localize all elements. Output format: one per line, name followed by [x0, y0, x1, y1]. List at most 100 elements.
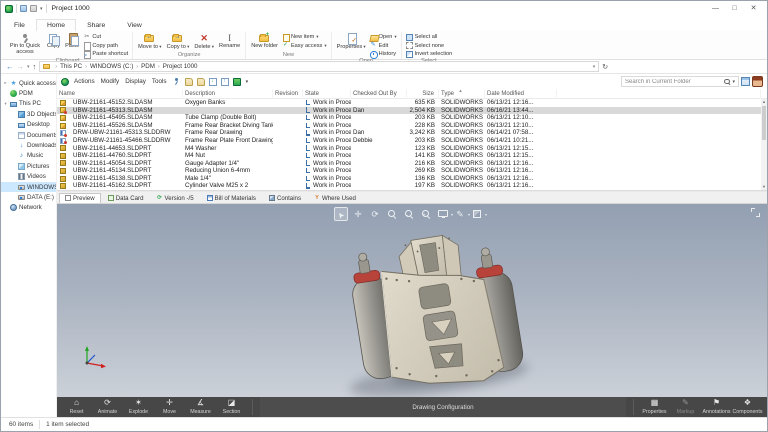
breadcrumb-item-project-1000[interactable]: › Project 1000: [155, 63, 198, 70]
preview-tab-version-5[interactable]: Version -/5: [150, 193, 199, 204]
pdm-menu-modify[interactable]: Modify: [98, 78, 123, 85]
breadcrumb-item-pdm[interactable]: › PDM: [133, 63, 155, 70]
viewer-panel-toggle-markup[interactable]: Markup: [670, 397, 701, 417]
rename-button[interactable]: Rename: [218, 32, 241, 50]
undo-check-out-icon[interactable]: [196, 77, 205, 86]
paste-button[interactable]: Paste: [64, 32, 80, 50]
viewer-panel-toggle-properties[interactable]: Properties: [639, 397, 670, 417]
select-none-button[interactable]: Select none: [405, 42, 453, 49]
search-input[interactable]: Search in Current Folder ▾: [621, 76, 739, 87]
quick-toolbar-properties-icon[interactable]: [20, 5, 27, 12]
file-row-drw[interactable]: DRW-UBW-21161-45313.SLDDRW Frame Rear Dr…: [57, 129, 761, 137]
vault-view-icon[interactable]: [232, 77, 241, 86]
3d-model-oxygen-bank-assembly[interactable]: [327, 228, 563, 397]
ribbon-tab-home[interactable]: Home: [35, 19, 77, 31]
file-list-scrollbar[interactable]: ▲ ▼: [761, 99, 767, 190]
properties-button[interactable]: Properties: [336, 32, 367, 51]
column-header-date-modified[interactable]: Date Modified: [485, 89, 557, 99]
invert-selection-button[interactable]: Invert selection: [405, 50, 452, 58]
sidebar-item-this-pc[interactable]: ▾ This PC: [1, 99, 56, 109]
sidebar-item-quick-access[interactable]: ▸ Quick access: [1, 78, 56, 88]
viewer-bottom-tool-section[interactable]: Section: [216, 397, 247, 417]
column-header-description[interactable]: Description: [183, 89, 273, 99]
column-header-type[interactable]: Type: [439, 86, 485, 99]
recent-locations-caret-icon[interactable]: ▾: [27, 61, 30, 73]
check-out-icon[interactable]: [184, 77, 193, 86]
viewer-tool-button-rotate-tool-icon[interactable]: [368, 207, 382, 221]
cut-button[interactable]: Cut: [83, 34, 128, 41]
file-row-asm[interactable]: UBW-21161-45495.SLDASM Tube Clamp (Doubl…: [57, 114, 761, 122]
file-row-asm[interactable]: UBW-21161-45152.SLDASM Oxygen Banks Work…: [57, 99, 761, 107]
expand-arrow-icon[interactable]: ▾: [3, 101, 8, 107]
paste-shortcut-button[interactable]: Paste shortcut: [83, 50, 128, 59]
pdm-menu-actions[interactable]: Actions: [71, 78, 98, 85]
breadcrumb-item-windows-c[interactable]: › WINDOWS (C:): [82, 63, 133, 70]
expand-arrow-icon[interactable]: ▸: [3, 80, 8, 86]
quick-toolbar-folder-icon[interactable]: [30, 5, 37, 12]
pdm-menu-tools[interactable]: Tools: [149, 78, 170, 85]
edit-button[interactable]: Edit: [370, 42, 397, 49]
viewer-tool-button-zoom-tool-icon[interactable]: +: [419, 207, 433, 221]
viewer-tool-button-view-orientation-tool-icon[interactable]: ▾: [470, 207, 487, 221]
preview-tab-bill-of-materials[interactable]: Bill of Materials: [201, 193, 262, 204]
search-options-caret-icon[interactable]: ▾: [732, 79, 735, 85]
breadcrumb-item-this-pc[interactable]: › This PC: [52, 63, 82, 70]
copy-path-button[interactable]: Copy path: [83, 42, 128, 51]
viewer-tool-button-display-mode-tool-icon[interactable]: ▾: [436, 207, 453, 221]
sidebar-item-desktop[interactable]: Desktop: [1, 120, 56, 130]
viewer-bottom-tool-animate[interactable]: Animate: [92, 397, 123, 417]
pdm-toolbar-overflow-caret-icon[interactable]: ▾: [244, 79, 251, 85]
sidebar-item-pictures[interactable]: Pictures: [1, 161, 56, 171]
column-header-checked-out-by[interactable]: Checked Out By: [351, 89, 407, 99]
viewer-tool-button-select-tool-icon[interactable]: [334, 207, 348, 221]
sidebar-item-pdm[interactable]: PDM: [1, 88, 56, 98]
copy-to-button[interactable]: Copy to: [166, 32, 191, 51]
minimize-button[interactable]: —: [706, 2, 725, 15]
file-row-prt[interactable]: UBW-21161-45162.SLDPRT Cylinder Valve M2…: [57, 182, 761, 190]
viewer-panel-toggle-components[interactable]: Components: [732, 397, 763, 417]
easy-access-button[interactable]: Easy access: [282, 42, 327, 49]
pdm-pin-icon[interactable]: [173, 78, 181, 86]
get-latest-version-icon[interactable]: [208, 77, 217, 86]
configuration-selector[interactable]: Drawing Configuration: [260, 397, 626, 417]
back-button[interactable]: ←: [6, 61, 14, 73]
column-header-state[interactable]: State: [303, 89, 351, 99]
quick-toolbar-customize-caret-icon[interactable]: ▾: [40, 6, 43, 12]
forward-button[interactable]: →: [17, 61, 25, 73]
file-row-prt[interactable]: UBW-21161-44653.SLDPRT M4 Washer Work in…: [57, 144, 761, 152]
sidebar-item-data-e[interactable]: DATA (E:): [1, 192, 56, 202]
viewer-tool-button-zoom-area-tool-icon[interactable]: -: [402, 207, 416, 221]
search-icon[interactable]: [724, 78, 730, 85]
ribbon-tab-share[interactable]: Share: [76, 19, 116, 31]
file-row-asm[interactable]: UBW-21161-45526.SLDASM Frame Rear Bracke…: [57, 122, 761, 130]
column-header-size[interactable]: Size: [407, 89, 439, 99]
preview-tab-data-card[interactable]: Data Card: [102, 193, 150, 204]
move-to-button[interactable]: Move to: [137, 32, 162, 51]
preview-tab-where-used[interactable]: Where Used: [308, 193, 362, 204]
sidebar-item-3d-objects[interactable]: 3D Objects: [1, 109, 56, 119]
copy-button[interactable]: Copy: [46, 32, 61, 50]
viewer-panel-toggle-annotations[interactable]: Annotations: [701, 397, 732, 417]
scroll-up-arrow-icon[interactable]: ▲: [761, 99, 767, 105]
file-row-asm[interactable]: UBW-21161-45313.SLDASM Work in Process D…: [57, 106, 761, 115]
preview-tab-preview[interactable]: Preview: [59, 192, 101, 203]
select-all-button[interactable]: Select all: [405, 33, 453, 41]
viewer-bottom-tool-move[interactable]: Move: [154, 397, 185, 417]
new-item-button[interactable]: New item: [282, 33, 327, 42]
sidebar-item-downloads[interactable]: Downloads: [1, 140, 56, 150]
viewer-tool-button-pan-tool-icon[interactable]: [351, 207, 365, 221]
user-avatar[interactable]: [752, 76, 763, 87]
pdm-report-icon[interactable]: [741, 77, 750, 86]
ribbon-tab-file[interactable]: File: [3, 19, 36, 31]
3d-preview-viewport[interactable]: - + ▾ ▾: [57, 204, 767, 397]
delete-button[interactable]: Delete: [193, 32, 215, 51]
open-button[interactable]: Open: [370, 34, 397, 41]
sidebar-item-network[interactable]: Network: [1, 203, 56, 213]
pdm-menu-display[interactable]: Display: [122, 78, 149, 85]
viewer-tool-button-zoom-fit-tool-icon[interactable]: [385, 207, 399, 221]
history-button[interactable]: History: [370, 51, 397, 59]
address-dropdown-caret-icon[interactable]: ▾: [593, 61, 596, 73]
sidebar-item-windows-c[interactable]: WINDOWS (C:): [1, 181, 56, 193]
preview-tab-contains[interactable]: Contains: [263, 193, 307, 204]
viewer-tool-button-markup-tool-icon[interactable]: ▾: [453, 207, 470, 221]
